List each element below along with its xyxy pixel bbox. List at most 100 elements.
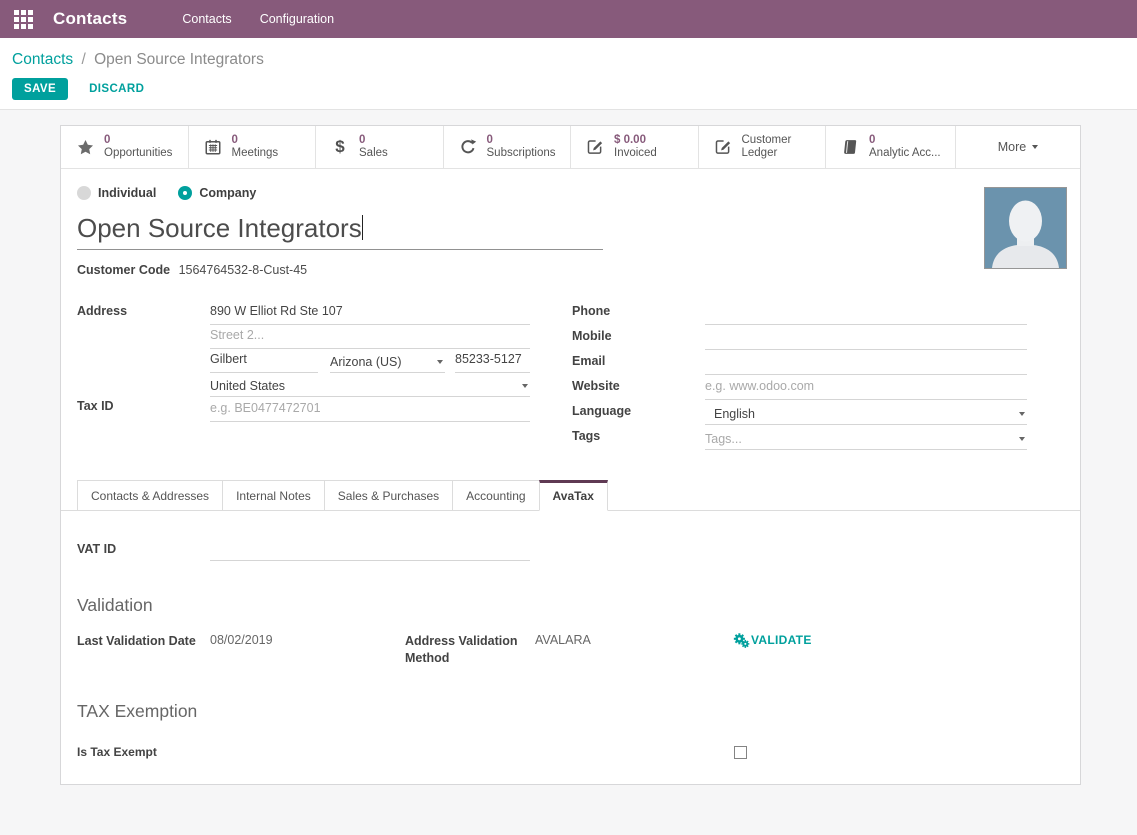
stat-button-subscriptions[interactable]: 0 Subscriptions	[444, 126, 572, 168]
is-tax-exempt-checkbox[interactable]	[734, 746, 747, 759]
stat-value: 0	[232, 134, 279, 148]
topmenu-configuration[interactable]: Configuration	[260, 12, 334, 26]
refresh-icon	[457, 138, 479, 156]
top-navbar: Contacts Contacts Configuration	[0, 0, 1137, 38]
website-input[interactable]: e.g. www.odoo.com	[705, 376, 1027, 400]
breadcrumb: Contacts / Open Source Integrators	[12, 51, 1125, 69]
more-button[interactable]: More	[956, 126, 1080, 168]
email-input[interactable]	[705, 351, 1027, 375]
street-input[interactable]: 890 W Elliot Rd Ste 107	[210, 301, 530, 325]
tax-id-label: Tax ID	[77, 396, 210, 413]
radio-individual-label: Individual	[98, 186, 156, 200]
edit-icon	[712, 138, 734, 156]
more-button-label: More	[998, 140, 1026, 154]
tax-exempt-row: Is Tax Exempt	[77, 745, 1027, 759]
calendar-icon	[202, 138, 224, 156]
website-label: Website	[572, 376, 705, 400]
state-select[interactable]: Arizona (US)	[330, 349, 445, 373]
stat-label: Subscriptions	[487, 147, 556, 161]
language-label: Language	[572, 401, 705, 425]
apps-menu-icon[interactable]	[14, 10, 33, 29]
country-select[interactable]: United States	[210, 373, 530, 397]
country-value: United States	[210, 379, 285, 393]
stat-value: 0	[487, 134, 556, 148]
stat-button-customer-ledger[interactable]: Customer Ledger	[699, 126, 827, 168]
notebook: Contacts & Addresses Internal Notes Sale…	[61, 480, 1080, 759]
company-name-input[interactable]: Open Source Integrators	[77, 213, 603, 250]
discard-button[interactable]: DISCARD	[83, 82, 150, 96]
zip-input[interactable]: 85233-5127	[455, 349, 530, 373]
customer-code-row: Customer Code 1564764532-8-Cust-45	[77, 263, 1027, 277]
language-value: English	[705, 407, 755, 421]
address-block: Address Tax ID 890 W Elliot Rd Ste 107 S…	[77, 301, 572, 451]
mobile-input[interactable]	[705, 326, 1027, 350]
phone-input[interactable]	[705, 301, 1027, 325]
save-button[interactable]: SAVE	[12, 78, 68, 100]
stat-button-invoiced[interactable]: $ 0.00 Invoiced	[571, 126, 699, 168]
tags-input[interactable]: Tags...	[705, 426, 1027, 450]
app-title[interactable]: Contacts	[53, 9, 127, 29]
last-validation-date-value: 08/02/2019	[210, 633, 405, 667]
company-avatar[interactable]	[984, 187, 1067, 269]
vat-id-input[interactable]	[210, 539, 530, 561]
chevron-down-icon	[1019, 437, 1025, 441]
breadcrumb-separator: /	[81, 51, 85, 68]
email-label: Email	[572, 351, 705, 375]
company-name-text: Open Source Integrators	[77, 213, 362, 243]
tab-avatax[interactable]: AvaTax	[539, 480, 608, 511]
tags-placeholder: Tags...	[705, 432, 742, 446]
tab-accounting[interactable]: Accounting	[452, 480, 539, 511]
avatax-tab-content: VAT ID Validation Last Validation Date 0…	[61, 511, 1080, 759]
stat-value: 0	[869, 134, 941, 148]
tags-label: Tags	[572, 426, 705, 450]
stat-button-row: 0 Opportunities 0 Meetings $	[61, 126, 1080, 169]
breadcrumb-contacts-link[interactable]: Contacts	[12, 51, 73, 68]
radio-individual[interactable]: Individual	[77, 186, 156, 200]
stat-value: 0	[104, 134, 172, 148]
radio-company-label: Company	[199, 186, 256, 200]
radio-company[interactable]: Company	[178, 186, 256, 200]
chevron-down-icon	[1032, 145, 1038, 149]
address-validation-method-value: AVALARA	[535, 633, 733, 667]
street2-input[interactable]: Street 2...	[210, 325, 530, 349]
stat-value: 0	[359, 134, 388, 148]
customer-code-value: 1564764532-8-Cust-45	[179, 263, 308, 277]
chevron-down-icon	[1019, 412, 1025, 416]
content-background: 0 Opportunities 0 Meetings $	[0, 110, 1137, 835]
stat-button-opportunities[interactable]: 0 Opportunities	[61, 126, 189, 168]
phone-label: Phone	[572, 301, 705, 325]
tab-sales-purchases[interactable]: Sales & Purchases	[324, 480, 453, 511]
tax-exemption-section-title: TAX Exemption	[77, 701, 1027, 722]
form-top: Individual Company Open Source Integrato…	[61, 169, 1080, 451]
tab-internal-notes[interactable]: Internal Notes	[222, 480, 325, 511]
radio-company-dot	[178, 186, 192, 200]
star-icon	[74, 138, 96, 157]
breadcrumb-current: Open Source Integrators	[94, 51, 264, 68]
language-select[interactable]: English	[705, 401, 1027, 425]
control-panel: Contacts / Open Source Integrators SAVE …	[0, 38, 1137, 110]
stat-label: Customer Ledger	[742, 134, 812, 161]
chevron-down-icon	[437, 360, 443, 364]
tax-id-input[interactable]: e.g. BE0477472701	[210, 398, 530, 422]
city-input[interactable]: Gilbert	[210, 349, 318, 373]
stat-button-analytic-accounts[interactable]: 0 Analytic Acc...	[826, 126, 956, 168]
validate-button-label: VALIDATE	[751, 633, 812, 647]
tab-list: Contacts & Addresses Internal Notes Sale…	[61, 480, 1080, 511]
address-validation-method-label: Address Validation Method	[405, 633, 535, 667]
text-cursor	[362, 215, 364, 240]
stat-button-meetings[interactable]: 0 Meetings	[189, 126, 317, 168]
mobile-label: Mobile	[572, 326, 705, 350]
company-type-radio-group: Individual Company	[77, 186, 1027, 200]
chevron-down-icon	[522, 384, 528, 388]
control-panel-buttons: SAVE DISCARD	[12, 78, 1125, 100]
stat-button-sales[interactable]: $ 0 Sales	[316, 126, 444, 168]
stat-label: Invoiced	[614, 147, 657, 161]
validate-button[interactable]: VALIDATE	[733, 633, 812, 667]
address-label: Address	[77, 301, 210, 396]
last-validation-date-label: Last Validation Date	[77, 633, 210, 667]
customer-code-label: Customer Code	[77, 263, 170, 277]
topmenu-contacts[interactable]: Contacts	[182, 12, 231, 26]
tab-contacts-addresses[interactable]: Contacts & Addresses	[77, 480, 223, 511]
contact-info-block: Phone Mobile Email Website e.g. www.odoo…	[572, 301, 1027, 451]
stat-label: Meetings	[232, 147, 279, 161]
